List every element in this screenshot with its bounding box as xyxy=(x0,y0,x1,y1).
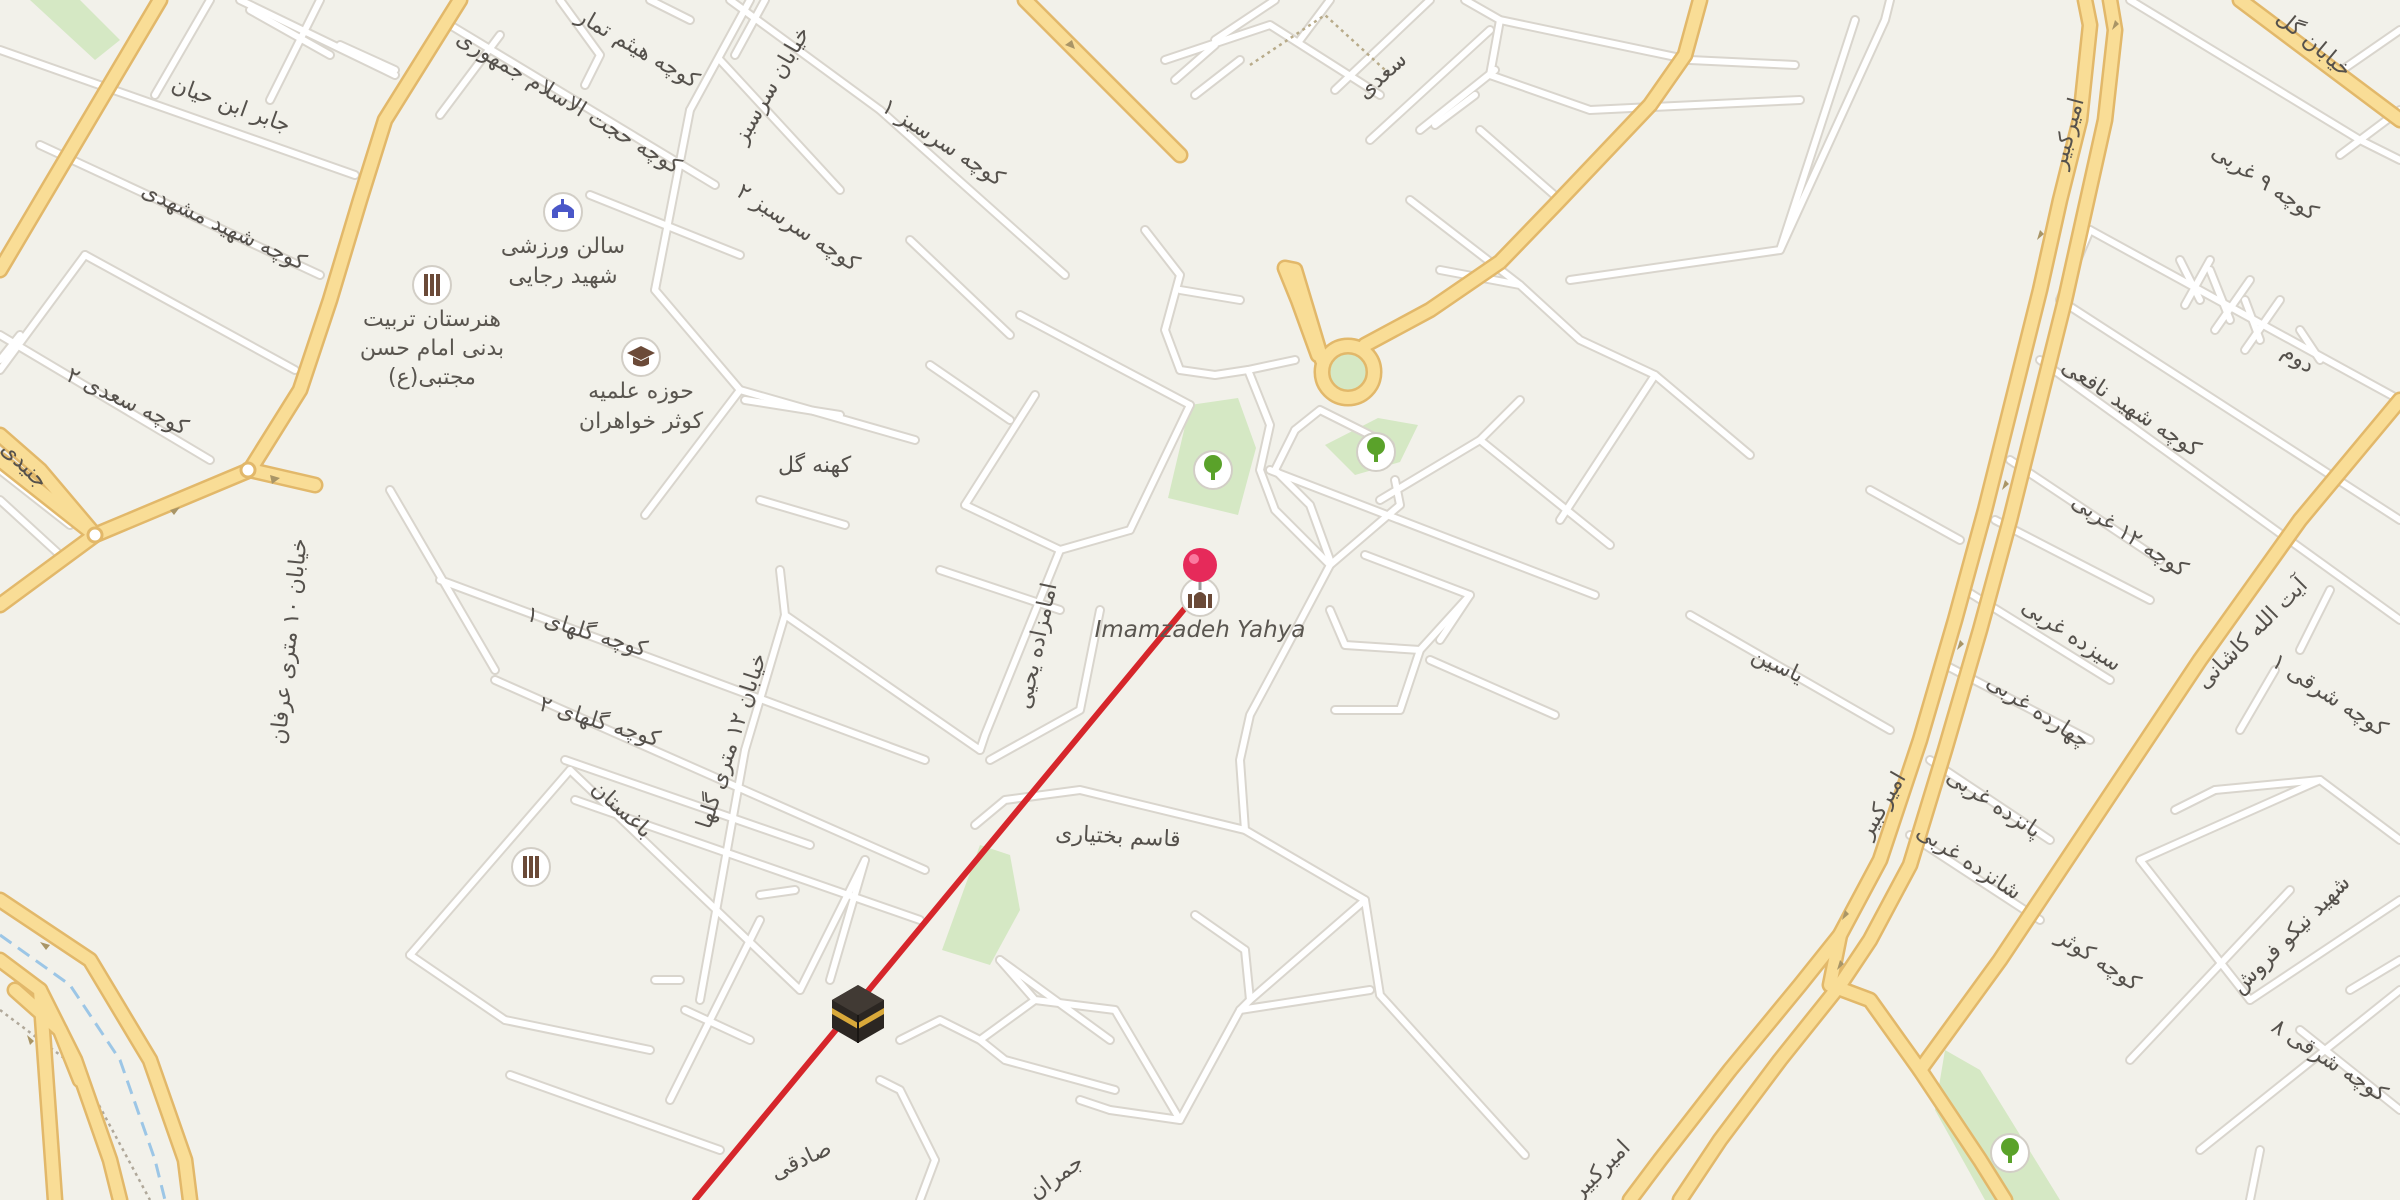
map-view[interactable]: کوچه هیثم تمار کوچه حجت الاسلام جمهوری خ… xyxy=(0,0,2400,1200)
road-junction xyxy=(239,461,257,479)
poi-school[interactable]: هنرستان تربیت بدنی امام حسن مجتبی(ع) xyxy=(360,265,504,390)
street-label: یاسین xyxy=(1747,643,1807,689)
poi-label: سالن ورزشی xyxy=(501,234,625,259)
street-label: خیابان ۱۰ متری عرفان xyxy=(266,537,312,745)
street-label: کوچه شرقی ۱ xyxy=(2267,649,2392,742)
park-area xyxy=(30,0,120,60)
street-label: جمران xyxy=(1024,1150,1088,1200)
street-label: کوچه سرسبز ۱ xyxy=(877,94,1009,192)
street-label: کوچه ۹ غربی xyxy=(2207,139,2323,226)
poi-park[interactable] xyxy=(1990,1133,2030,1173)
street-label: قاسم بختیاری xyxy=(1055,821,1182,853)
street-label: کوچه گلهای ۲ xyxy=(536,691,664,753)
poi-label: مجتبی(ع) xyxy=(388,365,476,390)
school-icon xyxy=(523,856,539,878)
street-label: کوچه شرقی ۸ xyxy=(2267,1014,2392,1107)
street-label: صادقی xyxy=(767,1136,836,1186)
kaaba-icon[interactable] xyxy=(832,985,884,1043)
street-label: کوچه گلهای ۱ xyxy=(523,601,651,663)
street-label: کوچه شهید مشهدی xyxy=(137,178,310,276)
poi-park[interactable] xyxy=(1193,450,1233,490)
park-area xyxy=(942,845,1020,965)
poi-park[interactable] xyxy=(1356,432,1396,472)
place-name: Imamzadeh Yahya xyxy=(1095,617,1306,643)
poi-label: کوثر خواهران xyxy=(579,409,704,434)
poi-seminary[interactable]: حوزه علمیه کوثر خواهران xyxy=(579,337,704,434)
road-junction xyxy=(86,526,104,544)
street-label: کوچه کوثر xyxy=(2051,924,2145,997)
street-label: چهارده غربی xyxy=(1982,669,2094,754)
poi-sports-hall[interactable]: سالن ورزشی شهید رجایی xyxy=(501,192,625,289)
street-label: امیرکبیر xyxy=(1566,1135,1636,1200)
poi-label: بدنی امام حسن xyxy=(360,336,504,361)
street-label: کهنه گل xyxy=(778,452,852,478)
street-label: پانزده غربی xyxy=(1942,764,2046,844)
street-label: کوچه سرسبز ۲ xyxy=(732,179,864,277)
shrine-icon xyxy=(1188,592,1212,608)
school-icon xyxy=(424,274,440,296)
street-label: شانزده غربی xyxy=(1912,819,2026,905)
poi-label: حوزه علمیه xyxy=(588,379,694,404)
street-label: کوچه شهید نافعی xyxy=(2057,354,2205,463)
poi-label: هنرستان تربیت xyxy=(363,307,501,332)
poi-school-2[interactable] xyxy=(511,847,551,887)
street-label: کوچه سعدی ۲ xyxy=(62,363,192,441)
map-canvas[interactable]: کوچه هیثم تمار کوچه حجت الاسلام جمهوری خ… xyxy=(0,0,2400,1200)
poi-label: شهید رجایی xyxy=(508,264,617,289)
